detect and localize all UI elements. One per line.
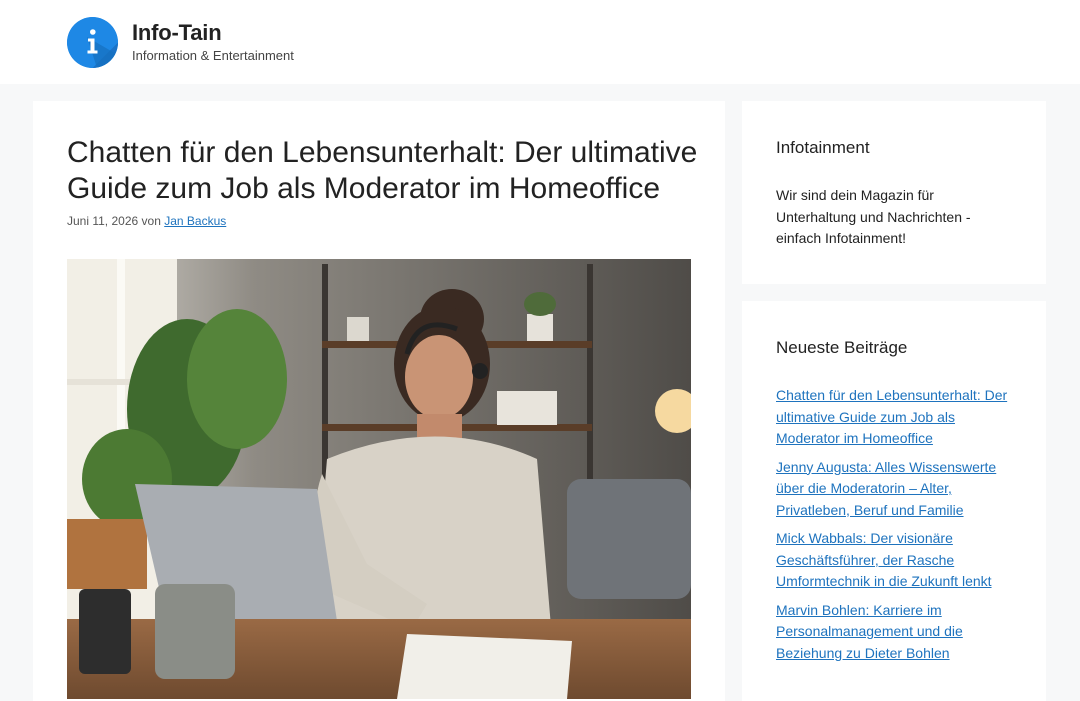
recent-post-item: Chatten für den Lebensunterhalt: Der ult… — [776, 385, 1022, 450]
sidebar-widget-about: Infotainment Wir sind dein Magazin für U… — [742, 101, 1046, 284]
author-link[interactable]: Jan Backus — [164, 214, 226, 228]
article: Chatten für den Lebensunterhalt: Der ult… — [33, 101, 725, 701]
article-title: Chatten für den Lebensunterhalt: Der ult… — [67, 136, 698, 205]
recent-post-item: Mick Wabbals: Der visionäre Geschäftsfüh… — [776, 528, 1022, 593]
recent-post-link[interactable]: Mick Wabbals: Der visionäre Geschäftsfüh… — [776, 530, 992, 589]
recent-post-link[interactable]: Chatten für den Lebensunterhalt: Der ult… — [776, 387, 1007, 446]
widget-title-about: Infotainment — [776, 138, 870, 157]
recent-posts-list: Chatten für den Lebensunterhalt: Der ult… — [776, 385, 1022, 671]
site-tagline: Information & Entertainment — [132, 48, 294, 63]
site-header: Info-Tain Information & Entertainment — [0, 0, 1080, 84]
widget-text-about: Wir sind dein Magazin für Unterhaltung u… — [776, 187, 971, 246]
article-meta: Juni 11, 2026 von Jan Backus — [67, 214, 226, 228]
recent-post-link[interactable]: Jenny Augusta: Alles Wissenswerte über d… — [776, 459, 996, 518]
sidebar-widget-recent-posts: Neueste Beiträge Chatten für den Lebensu… — [742, 301, 1046, 701]
featured-photo — [67, 259, 691, 699]
info-icon — [67, 17, 118, 68]
recent-post-link[interactable]: Marvin Bohlen: Karriere im Personalmanag… — [776, 602, 963, 661]
site-title[interactable]: Info-Tain — [132, 20, 222, 46]
recent-post-item: Marvin Bohlen: Karriere im Personalmanag… — [776, 600, 1022, 665]
meta-by: von — [141, 214, 161, 228]
recent-post-item: Jenny Augusta: Alles Wissenswerte über d… — [776, 457, 1022, 522]
site-logo[interactable] — [67, 17, 118, 68]
post-date: Juni 11, 2026 — [67, 214, 139, 228]
featured-image — [67, 259, 691, 699]
widget-title-recent: Neueste Beiträge — [776, 338, 908, 357]
